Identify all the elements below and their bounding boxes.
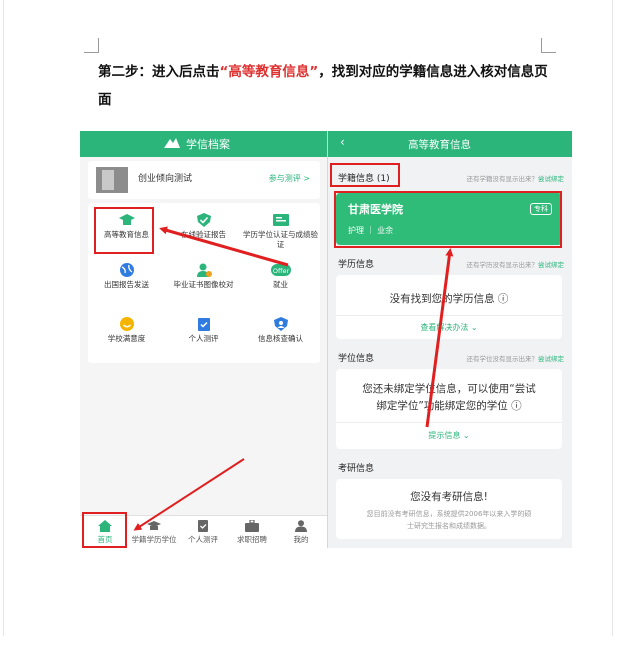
annotation-arrows [133, 226, 454, 531]
arrow-to-higher-education [159, 226, 289, 267]
step-quoted-target: “高等教育信息” [219, 64, 319, 80]
crop-mark-top-right-vertical [541, 38, 542, 52]
crop-mark-top-right-horizontal [541, 52, 556, 53]
step-intro: 第二步：进入后点击 [98, 64, 220, 80]
crop-mark-top-left-horizontal [84, 52, 99, 53]
crop-mark-top-left-vertical [98, 38, 99, 52]
step-instruction: 第二步：进入后点击“高等教育信息”，找到对应的学籍信息进入核对信息页面 [98, 58, 548, 114]
app-screenshot: 学信档案 创业倾向测试 参与测评 > 高等教育信息 在线验证报告 学历学位认证与… [80, 131, 572, 548]
arrow-to-home-tab [133, 458, 245, 531]
page-edge-left [3, 0, 4, 636]
page-edge-right [612, 0, 613, 636]
document-page: 第二步：进入后点击“高等教育信息”，找到对应的学籍信息进入核对信息页面 学信档案… [0, 0, 637, 652]
arrow-to-school-card [425, 248, 454, 428]
